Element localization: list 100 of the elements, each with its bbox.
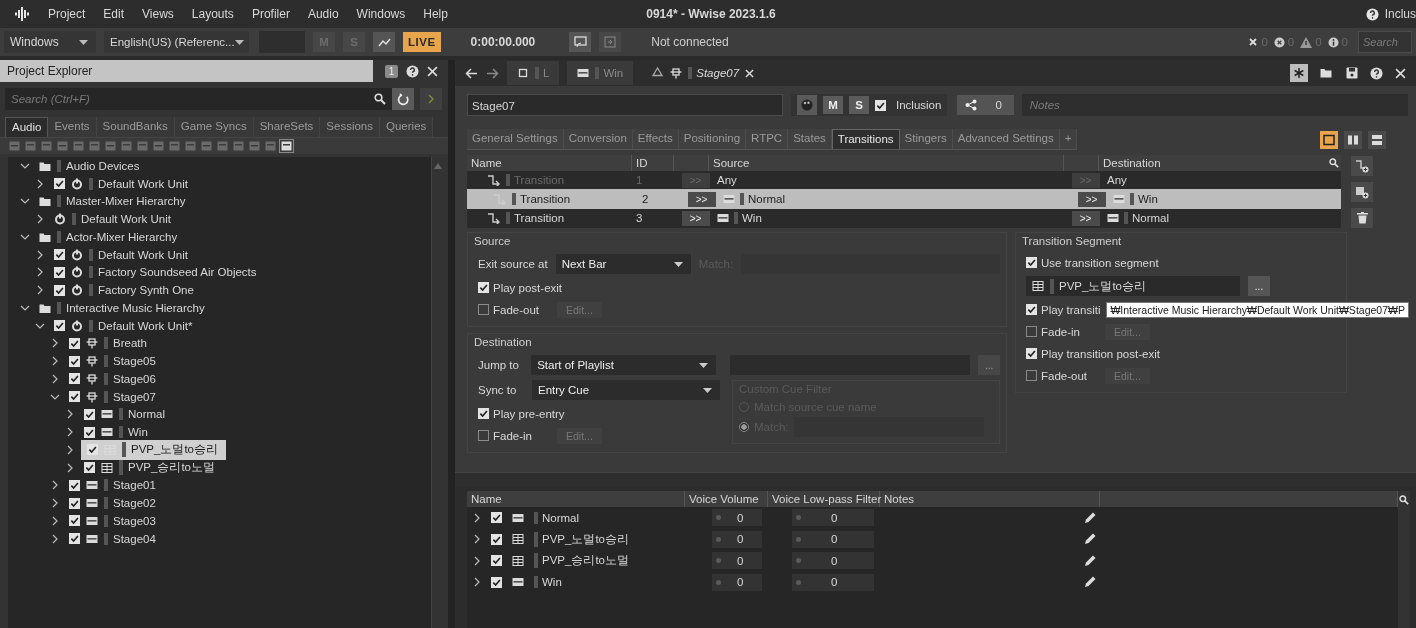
error-icon[interactable] [1273,36,1285,48]
expand-chevron-icon[interactable] [50,533,60,544]
explorer-tab[interactable]: ShareSets [253,117,321,137]
tree-item[interactable]: Stage03 [66,512,159,529]
property-tab[interactable]: General Settings [467,129,564,149]
expand-chevron-icon[interactable] [473,555,481,566]
expand-chevron-icon[interactable] [50,338,60,349]
language-dropdown[interactable]: English(US) (Referenc... [104,31,249,53]
expand-chevron-icon[interactable] [35,214,45,225]
back-arrow-icon[interactable] [465,67,478,79]
exit-source-dropdown[interactable]: Next Bar [555,254,691,274]
tree-item[interactable]: Breath [66,335,150,352]
close-icon[interactable] [1248,37,1259,47]
pencil-icon[interactable] [1084,533,1096,546]
add-transition-button[interactable] [1351,156,1373,176]
search-field[interactable]: Search (Ctrl+F) [5,88,394,110]
expand-chevron-icon[interactable] [50,515,60,526]
help-icon[interactable] [406,64,419,78]
menu-item[interactable]: Views [142,7,174,21]
expand-chevron-icon[interactable] [50,356,60,367]
expand-chevron-icon[interactable] [65,462,75,473]
volume-field[interactable]: 0 [712,552,762,570]
column-header[interactable]: Source [709,155,1064,171]
refresh-button[interactable] [392,88,414,110]
menu-item[interactable]: Edit [103,7,125,21]
transition-row[interactable]: Transition 3 >> Win >> Normal [467,209,1341,227]
property-tab[interactable]: Effects [632,129,679,149]
property-tab[interactable]: Conversion [563,129,633,149]
expand-chevron-icon[interactable] [473,512,481,523]
close-icon[interactable] [427,65,438,77]
menu-item[interactable]: Audio [307,7,339,21]
menu-item[interactable]: Profiler [251,7,290,21]
folder-icon[interactable] [1320,67,1334,79]
layout-button[interactable] [1344,130,1362,149]
select-destination-button[interactable]: >> [1077,191,1106,207]
checkbox[interactable] [1026,326,1037,337]
volume-field[interactable]: 0 [712,573,762,591]
color-button[interactable] [797,95,817,115]
tree-item[interactable]: Master-Mixer Hierarchy [36,193,189,210]
pencil-icon[interactable] [1084,554,1096,567]
select-destination-button[interactable]: >> [1071,210,1100,226]
tree-item[interactable]: Interactive Music Hierarchy [36,299,208,316]
transition-row[interactable]: Transition 2 >> Normal >> Win [467,189,1341,209]
expand-chevron-icon[interactable] [50,373,60,384]
column-header[interactable]: ID [632,155,674,171]
tree-item[interactable]: Stage05 [66,353,159,370]
menu-item[interactable]: Windows [356,7,406,21]
expand-chevron-icon[interactable] [35,178,45,189]
tree-item[interactable]: Stage01 [66,477,159,494]
column-header[interactable]: Notes [880,491,1100,507]
expand-chevron-icon[interactable] [473,534,481,545]
radio-button[interactable] [739,422,749,432]
expand-chevron-icon[interactable] [65,409,75,420]
share-button[interactable]: 0 [957,95,1014,115]
explorer-tab[interactable]: Game Syncs [174,117,254,137]
menu-item[interactable]: Help [423,7,448,21]
column-header[interactable]: Voice Volume [685,491,768,507]
search-icon[interactable] [1399,495,1409,505]
tree-item[interactable]: Factory Soundseed Air Objects [51,264,260,281]
lowpass-field[interactable]: 0 [792,573,874,591]
search-field[interactable]: Search [1358,31,1412,53]
menu-item[interactable]: Layouts [191,7,234,21]
select-source-button[interactable]: >> [687,191,716,207]
tree-item[interactable]: Actor-Mixer Hierarchy [36,228,181,245]
scrollbar[interactable] [431,157,444,628]
expand-chevron-icon[interactable] [473,577,481,588]
lowpass-field[interactable]: 0 [792,552,874,570]
warning-icon[interactable] [1300,36,1313,48]
expand-chevron-icon[interactable] [50,480,60,491]
notes-field[interactable]: Notes [1021,94,1408,116]
volume-field[interactable]: 0 [712,509,762,527]
help-icon[interactable] [1370,66,1383,80]
checkbox[interactable] [478,304,489,315]
lowpass-field[interactable]: 0 [792,530,874,548]
expand-chevron-icon[interactable] [35,285,45,296]
browse-button[interactable]: ... [1248,276,1270,296]
property-tab[interactable]: Advanced Settings [952,129,1060,149]
tree-item[interactable]: Stage07 [66,388,159,405]
property-tab[interactable]: RTPC [746,129,789,149]
add-folder-button[interactable] [1351,182,1373,202]
expand-chevron-icon[interactable] [35,249,45,260]
inclusion-label[interactable]: Inclus [1384,7,1416,21]
expand-chevron-icon[interactable] [65,444,75,455]
property-tab[interactable]: Stingers [899,129,953,149]
tree-item[interactable]: PVP_노멀to승리 [81,439,226,460]
live-button[interactable]: LIVE [403,32,441,52]
column-header[interactable]: Name [467,491,685,507]
connect-button[interactable] [569,32,592,52]
expand-chevron-icon[interactable] [65,427,75,438]
property-tab[interactable]: Transitions [831,129,900,149]
delete-button[interactable] [1351,208,1373,228]
volume-field[interactable]: 0 [712,530,762,548]
lowpass-field[interactable]: 0 [792,509,874,527]
checkbox[interactable] [1026,370,1037,381]
tree-item[interactable]: Normal [81,406,169,423]
tree-item[interactable]: Stage02 [66,495,159,512]
tree-item[interactable]: Default Work Unit [51,246,191,263]
segment-field[interactable]: PVP_노멀to승리 [1026,276,1240,296]
explorer-tab[interactable]: SoundBanks [96,117,175,137]
search-icon[interactable] [1329,158,1339,168]
